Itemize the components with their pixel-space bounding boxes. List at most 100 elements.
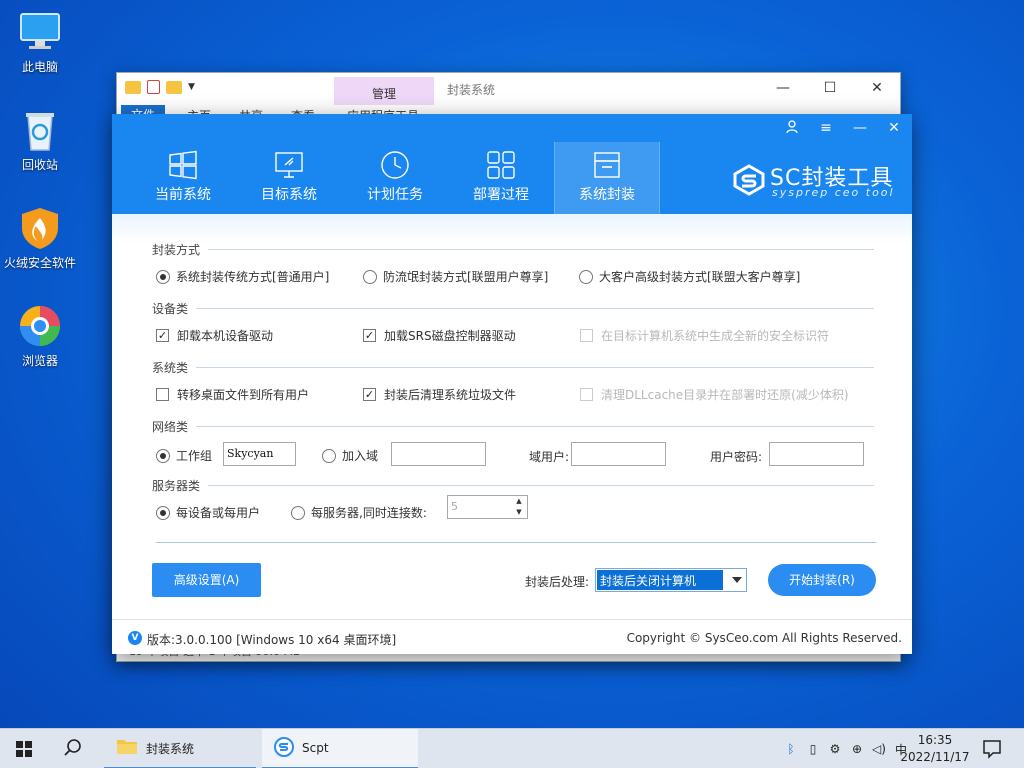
desktop-icon-browser[interactable]: 浏览器 [4,304,76,369]
clock-icon [381,151,409,179]
radio-per-device[interactable]: 每设备或每用户 [156,504,260,521]
clock-date: 2022/11/17 [900,750,970,764]
user-icon[interactable] [782,120,802,136]
connections-stepper[interactable]: 5 ▲ ▼ [447,495,528,519]
section-divider [196,308,874,309]
checkbox-box[interactable] [580,388,593,401]
sc-nav: 当前系统 目标系统 计划任务 部署过程 系统封装 [130,142,660,214]
domain-input[interactable] [391,442,486,466]
radio-label: 大客户高级封装方式[联盟大客户尊享] [599,270,801,284]
radio-join-domain[interactable]: 加入域 [322,447,378,464]
checkbox-new-sid[interactable]: 在目标计算机系统中生成全新的安全标识符 [580,327,829,344]
checkbox-clean-dllcache[interactable]: 清理DLLcache目录并在部署时还原(减少体积) [580,386,849,403]
radio-mode-anti-rogue[interactable]: 防流氓封装方式[联盟用户尊享] [363,268,548,285]
domain-user-input[interactable] [571,442,666,466]
radio-button[interactable] [322,448,336,463]
shield-icon [18,206,62,250]
windows-icon [169,150,197,180]
radio-workgroup[interactable]: 工作组 [156,447,212,464]
sc-footer: V 版本:3.0.0.100 [Windows 10 x64 桌面环境] Cop… [112,619,912,654]
domain-password-label: 用户密码: [710,450,763,464]
checkmark-icon[interactable]: ✓ [363,329,376,342]
chevron-down-icon[interactable]: ▼ [188,82,195,92]
grid-icon [487,151,515,179]
sc-app-icon [274,736,294,760]
taskbar-app-label: Scpt [302,741,329,755]
bottom-divider [156,542,876,543]
version-icon: V [128,631,142,645]
after-sysprep-value: 封装后关闭计算机 [597,570,723,590]
properties-icon[interactable] [147,80,160,94]
sc-logo: SC封装工具 sysprep ceo tool [732,160,897,200]
checkmark-icon[interactable]: ✓ [156,329,169,342]
checkbox-uninstall-drivers[interactable]: ✓ 卸载本机设备驱动 [156,327,273,344]
workgroup-input[interactable]: Skycyan [223,442,296,466]
section-divider [208,485,874,486]
desktop-icon-this-pc[interactable]: 此电脑 [4,10,76,75]
domain-password-input[interactable] [769,442,864,466]
explorer-titlebar: ▼ 管理 封装系统 — ☐ ✕ [117,73,900,121]
start-button[interactable] [0,729,48,768]
settings-icon[interactable]: ⚙ [824,742,846,756]
windows-logo-icon [16,741,32,757]
clock[interactable]: 16:35 2022/11/17 [898,732,972,766]
domain-user-label: 域用户: [529,450,570,464]
minimize-button[interactable]: — [850,120,870,136]
checkmark-icon[interactable]: ✓ [363,388,376,401]
checkbox-clean-junk[interactable]: ✓ 封装后清理系统垃圾文件 [363,386,516,403]
radio-mode-enterprise[interactable]: 大客户高级封装方式[联盟大客户尊享] [579,268,800,285]
maximize-button[interactable]: ☐ [807,77,853,101]
checkbox-box[interactable] [580,329,593,342]
desktop-icon-recycle-bin[interactable]: 回收站 [4,108,76,173]
bluetooth-icon[interactable]: ᛒ [780,742,802,756]
advanced-settings-button[interactable]: 高级设置(A) [152,563,261,597]
volume-icon[interactable]: ◁) [868,742,890,756]
nav-label: 目标系统 [261,187,317,203]
tab-scheduled-tasks[interactable]: 计划任务 [342,142,448,214]
checkbox-load-srs[interactable]: ✓ 加载SRS磁盘控制器驱动 [363,327,516,344]
chevron-up-icon[interactable]: ▲ [511,496,527,507]
radio-button[interactable] [156,269,170,284]
after-sysprep-select[interactable]: 封装后关闭计算机 [595,568,747,592]
tab-current-system[interactable]: 当前系统 [130,142,236,214]
checkbox-box[interactable] [156,388,169,401]
radio-button[interactable] [156,505,170,520]
network-icon[interactable]: ⊕ [846,742,868,756]
radio-label: 工作组 [176,449,213,463]
radio-mode-traditional[interactable]: 系统封装传统方式[普通用户] [156,268,329,285]
checkbox-label: 清理DLLcache目录并在部署时还原(减少体积) [601,388,849,402]
section-title: 封装方式 [152,243,201,257]
search-button[interactable] [48,729,96,768]
close-button[interactable]: ✕ [884,120,904,136]
checkbox-move-desktop[interactable]: 转移桌面文件到所有用户 [156,386,309,403]
radio-button[interactable] [156,448,170,463]
radio-button[interactable] [579,269,593,284]
desktop-icon-label: 此电脑 [21,60,58,74]
taskbar-app-explorer[interactable]: 封装系统 [104,729,256,768]
tab-system-sysprep[interactable]: 系统封装 [554,142,660,214]
menu-icon[interactable]: ≡ [816,120,836,136]
sc-tool-window: ≡ — ✕ 当前系统 目标系统 计划任务 部署过程 系统封装 SC封装工具 sy… [112,114,912,654]
close-button[interactable]: ✕ [854,77,900,101]
after-sysprep-label: 封装后处理: [525,575,590,589]
checkbox-label: 加载SRS磁盘控制器驱动 [384,329,516,343]
notification-icon[interactable] [980,737,1004,761]
folder-icon [116,738,138,759]
new-folder-icon[interactable] [166,80,182,94]
taskbar-app-scpt[interactable]: Scpt [262,729,418,768]
minimize-button[interactable]: — [760,77,806,101]
sc-logo-icon [733,164,765,196]
chevron-down-icon[interactable] [732,577,742,583]
tab-deploy-process[interactable]: 部署过程 [448,142,554,214]
radio-button[interactable] [363,269,377,284]
section-title: 设备类 [152,302,189,316]
radio-per-server[interactable]: 每服务器,同时连接数: [291,504,427,521]
explorer-title: 封装系统 [447,83,496,97]
tab-target-system[interactable]: 目标系统 [236,142,342,214]
usb-icon[interactable]: ▯ [802,742,824,756]
desktop-icon-huorong[interactable]: 火绒安全软件 [4,206,76,271]
chevron-down-icon[interactable]: ▼ [511,507,527,518]
start-sysprep-button[interactable]: 开始封装(R) [768,564,876,596]
radio-button[interactable] [291,505,305,520]
folder-icon[interactable] [125,80,141,94]
